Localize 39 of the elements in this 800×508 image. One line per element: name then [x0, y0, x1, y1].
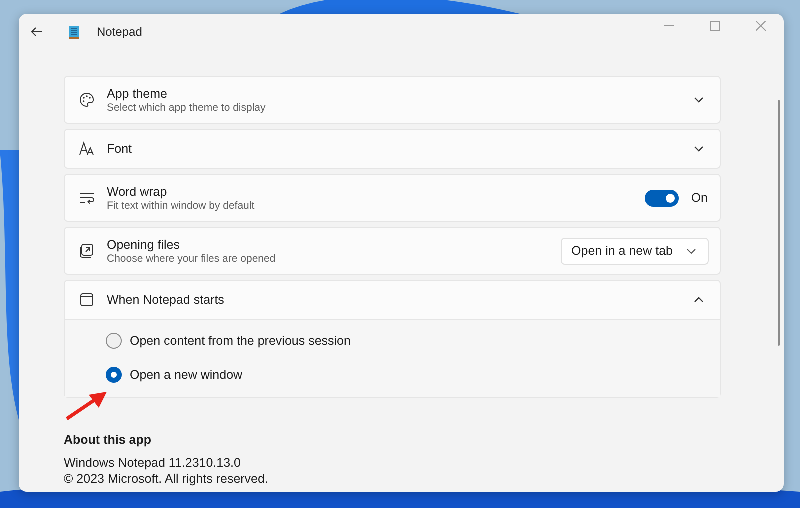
radio-label: Open content from the previous session — [130, 334, 351, 348]
setting-title: Font — [107, 142, 134, 156]
open-file-icon — [79, 243, 95, 259]
chevron-down-icon[interactable] — [694, 97, 704, 103]
chevron-down-icon[interactable] — [694, 146, 704, 152]
setting-description: Choose where your files are opened — [107, 252, 277, 264]
notepad-icon — [69, 25, 79, 39]
setting-title: Opening files — [107, 238, 181, 252]
window-title: Notepad — [97, 25, 142, 39]
copyright-text: © 2023 Microsoft. All rights reserved. — [64, 471, 270, 487]
wrap-icon — [79, 190, 95, 206]
window-icon — [79, 292, 95, 308]
maximize-icon — [710, 21, 720, 31]
settings-card[interactable]: Word wrap Fit text within window by default On — [64, 174, 721, 222]
toggle-label: On — [691, 191, 708, 205]
radio-button[interactable] — [106, 333, 122, 349]
close-icon — [756, 21, 766, 31]
settings-card[interactable]: When Notepad starts Open content from the previous session Open a new window — [64, 280, 721, 398]
settings-card[interactable]: App theme Select which app theme to display — [64, 76, 721, 124]
setting-title: App theme — [107, 86, 168, 100]
font-icon — [79, 141, 95, 157]
chevron-up-icon[interactable] — [694, 297, 704, 303]
setting-title: When Notepad starts — [107, 293, 226, 307]
scrollbar-thumb[interactable] — [778, 100, 780, 346]
back-arrow-icon — [31, 27, 43, 37]
palette-icon — [79, 92, 95, 108]
chevron-down-icon — [687, 248, 696, 254]
dropdown[interactable]: Open in a new tab — [560, 238, 709, 264]
setting-title: Word wrap — [107, 184, 168, 198]
settings-card[interactable]: Font — [64, 129, 721, 169]
setting-description: Select which app theme to display — [107, 102, 267, 114]
annotation-arrow — [65, 390, 109, 422]
radio-button[interactable] — [106, 367, 122, 383]
section-heading: About this app — [64, 433, 152, 447]
setting-description: Fit text within window by default — [107, 200, 256, 212]
settings-card[interactable]: Opening files Choose where your files are opened Open in a new tab — [64, 227, 721, 275]
version-text: Windows Notepad 11.2310.13.0 — [64, 455, 242, 471]
radio-label: Open a new window — [130, 368, 243, 382]
toggle-switch[interactable] — [645, 190, 680, 206]
